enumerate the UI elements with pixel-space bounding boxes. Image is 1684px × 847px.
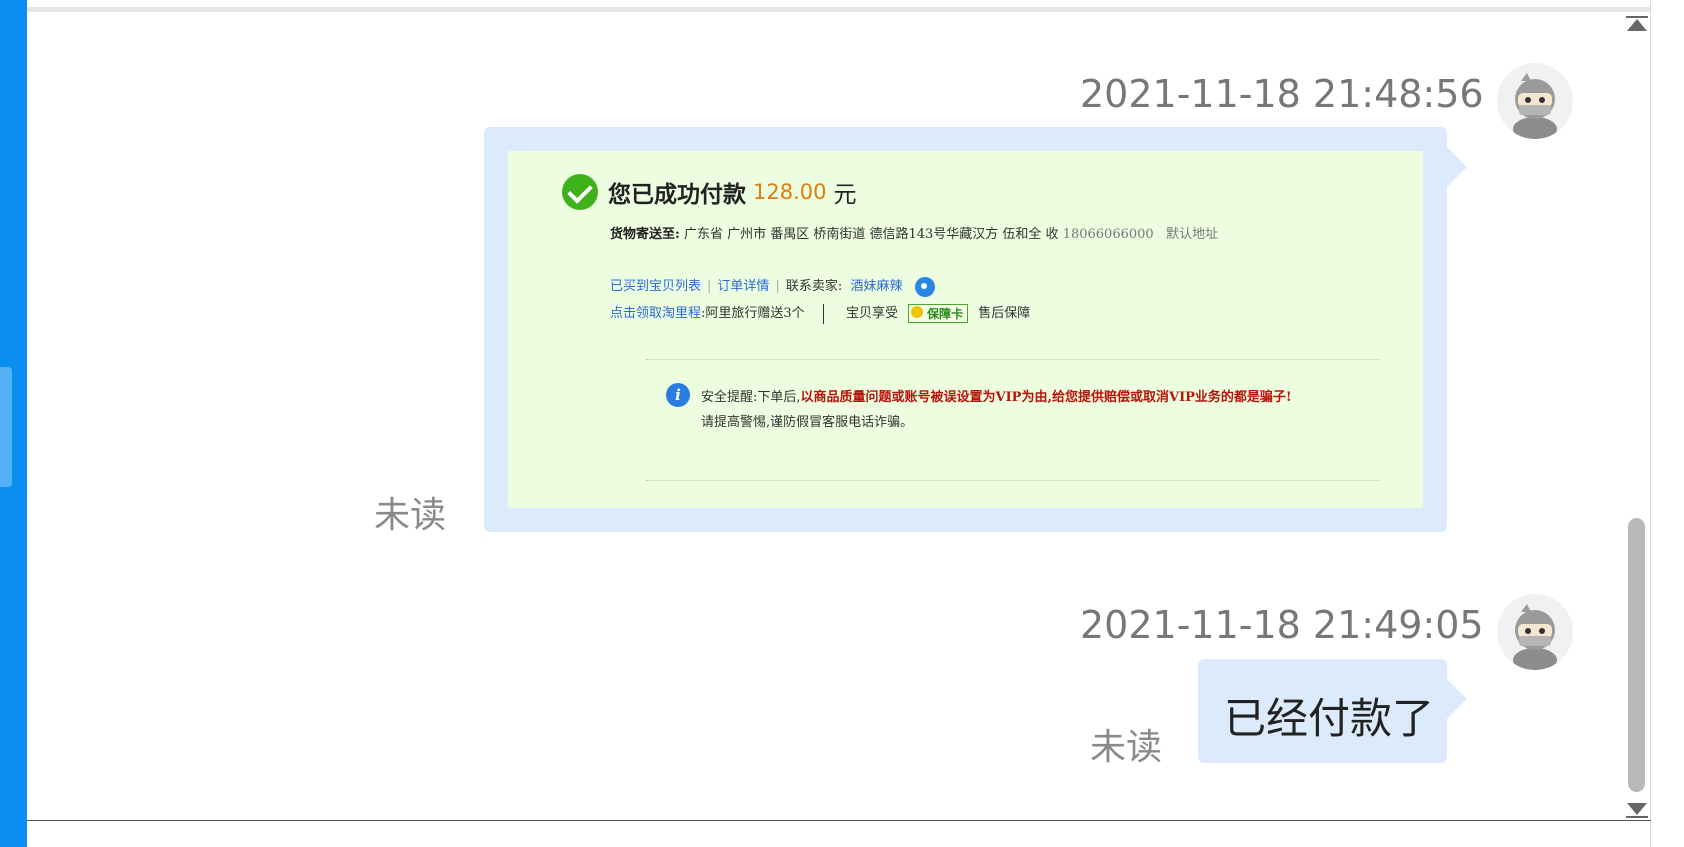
unread-label: 未读 xyxy=(1090,727,1163,768)
address-label: 货物寄送至: xyxy=(610,227,680,242)
order-card-bubble: 您已成功付款 128.00 元 货物寄送至: 广东省 广州市 番禺区 桥南街道 … xyxy=(484,127,1467,532)
guarantee-card-badge[interactable]: 保障卡 xyxy=(908,304,969,323)
payment-card: 您已成功付款 128.00 元 货物寄送至: 广东省 广州市 番禺区 桥南街道 … xyxy=(508,151,1423,508)
miles-text: :阿里旅行赠送3个 xyxy=(701,306,805,321)
dotted-divider xyxy=(646,359,1380,360)
top-divider xyxy=(27,7,1651,12)
safety-notice: 安全提醒:下单后,以商品质量问题或账号被误设置为VIP为由,给您提供赔偿或取消V… xyxy=(701,385,1301,435)
payment-success-row: 您已成功付款 128.00 元 xyxy=(562,174,856,210)
ninja-avatar-icon xyxy=(1497,63,1573,139)
order-links-row: 已买到宝贝列表 | 订单详情 | 联系卖家: 酒妹麻辣 xyxy=(610,275,935,297)
currency-unit: 元 xyxy=(833,182,857,208)
payment-amount: 128.00 xyxy=(753,180,827,204)
order-details-link[interactable]: 订单详情 xyxy=(717,279,769,294)
unread-label: 未读 xyxy=(374,495,447,536)
shipping-address-row: 货物寄送至: 广东省 广州市 番禺区 桥南街道 德信路143号华藏汉方 伍和全 … xyxy=(610,223,1218,242)
message-timestamp: 2021-11-18 21:48:56 xyxy=(1080,72,1484,116)
bought-items-link[interactable]: 已买到宝贝列表 xyxy=(610,279,701,294)
claim-miles-link[interactable]: 点击领取淘里程 xyxy=(610,306,701,321)
check-icon xyxy=(562,174,598,210)
safety-warning: 以商品质量问题或账号被误设置为VIP为由,给您提供赔偿或取消VIP业务的都是骗子… xyxy=(800,390,1292,405)
avatar[interactable] xyxy=(1497,594,1573,670)
phone-number: 18066066000 xyxy=(1062,227,1154,242)
avatar[interactable] xyxy=(1497,63,1573,139)
wangwang-chat-icon[interactable] xyxy=(914,276,935,297)
bottom-divider xyxy=(27,820,1651,821)
after-sale-text: 售后保障 xyxy=(978,306,1031,321)
info-icon: i xyxy=(666,383,690,407)
scroll-bottom-line xyxy=(1626,816,1648,818)
seller-link[interactable]: 酒妹麻辣 xyxy=(850,279,902,294)
enjoy-text: 宝贝享受 xyxy=(845,306,898,321)
default-address-label: 默认地址 xyxy=(1166,227,1219,242)
sidebar-tab[interactable] xyxy=(0,367,12,487)
right-edge xyxy=(1650,0,1651,847)
scrollbar-thumb[interactable] xyxy=(1628,518,1645,792)
message-timestamp: 2021-11-18 21:49:05 xyxy=(1080,603,1484,647)
contact-seller-label: 联系卖家: xyxy=(785,279,843,294)
message-text: 已经付款了 xyxy=(1224,694,1435,743)
ninja-avatar-icon xyxy=(1497,594,1573,670)
payment-success-text: 您已成功付款 xyxy=(608,181,746,208)
safety-prefix: 安全提醒:下单后, xyxy=(701,390,801,405)
scroll-up-arrow-icon[interactable] xyxy=(1626,16,1648,34)
miles-row: 点击领取淘里程:阿里旅行赠送3个 宝贝享受 保障卡 售后保障 xyxy=(610,302,1030,324)
dotted-divider xyxy=(646,480,1380,481)
divider xyxy=(822,303,824,324)
safety-tip: 请提高警惕,谨防假冒客服电话诈骗。 xyxy=(701,415,914,430)
text-message-bubble: 已经付款了 xyxy=(1198,659,1467,763)
address-text: 广东省 广州市 番禺区 桥南街道 德信路143号华藏汉方 伍和全 收 xyxy=(683,227,1059,242)
